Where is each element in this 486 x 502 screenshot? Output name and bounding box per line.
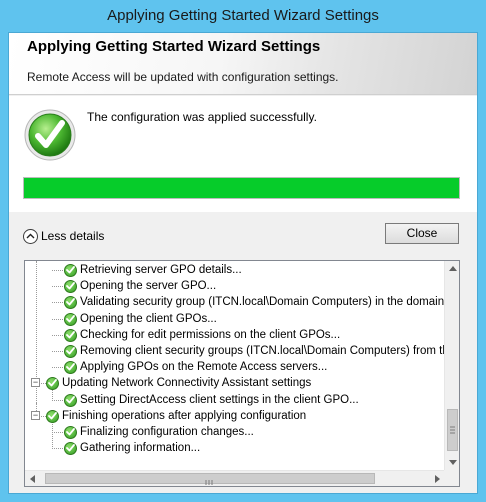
tree-line	[52, 270, 63, 271]
tree-line	[52, 351, 63, 352]
log-tree: Retrieving server GPO details... Opening …	[25, 261, 445, 470]
scroll-right-arrow-icon[interactable]	[430, 471, 445, 486]
success-check-icon	[64, 295, 77, 309]
page-subtitle: Remote Access will be updated with confi…	[27, 70, 339, 84]
log-entry-text: Checking for edit permissions on the cli…	[80, 329, 341, 341]
tree-line	[52, 400, 63, 401]
vertical-scroll-thumb[interactable]	[447, 409, 458, 451]
log-entry: Gathering information...	[64, 440, 200, 456]
close-button[interactable]: Close	[385, 223, 459, 244]
scroll-corner	[444, 470, 459, 486]
scroll-left-arrow-icon[interactable]	[25, 471, 40, 486]
log-entry-text: Validating security group (ITCN.local\Do…	[80, 296, 445, 308]
status-panel: The configuration was applied successful…	[9, 96, 477, 212]
success-check-icon	[46, 409, 59, 423]
log-entry: Updating Network Connectivity Assistant …	[46, 375, 311, 391]
success-check-icon	[64, 263, 77, 277]
success-check-icon	[64, 393, 77, 407]
less-details-label: Less details	[41, 229, 105, 243]
wizard-window: Applying Getting Started Wizard Settings…	[0, 0, 486, 502]
details-log[interactable]: Retrieving server GPO details... Opening …	[24, 260, 460, 487]
log-entry: Opening the client GPOs...	[64, 311, 217, 327]
window-title: Applying Getting Started Wizard Settings	[107, 7, 379, 24]
success-check-icon	[24, 109, 76, 161]
success-check-icon	[64, 425, 77, 439]
log-entry: Finalizing configuration changes...	[64, 424, 254, 440]
dialog-header: Applying Getting Started Wizard Settings…	[9, 33, 477, 95]
scroll-down-arrow-icon[interactable]	[445, 455, 459, 470]
tree-line	[52, 319, 63, 320]
log-entry: Checking for edit permissions on the cli…	[64, 327, 340, 343]
horizontal-scrollbar[interactable]	[25, 470, 445, 486]
log-entry-text: Finishing operations after applying conf…	[62, 410, 307, 422]
tree-line	[52, 432, 63, 433]
log-entry-text: Removing client security groups (ITCN.lo…	[80, 345, 445, 357]
success-check-icon	[64, 328, 77, 342]
log-entry: Validating security group (ITCN.local\Do…	[64, 294, 445, 310]
log-entry-text: Retrieving server GPO details...	[80, 264, 242, 276]
success-check-icon	[46, 376, 59, 390]
success-check-icon	[64, 441, 77, 455]
log-entry-text: Finalizing configuration changes...	[80, 426, 254, 438]
log-entry: Opening the server GPO...	[64, 278, 216, 294]
log-entry-text: Opening the client GPOs...	[80, 313, 217, 325]
collapse-toggle-icon[interactable]: −	[31, 411, 40, 420]
status-message: The configuration was applied successful…	[87, 110, 317, 124]
vertical-scrollbar[interactable]	[444, 261, 459, 470]
tree-line	[52, 335, 63, 336]
horizontal-scroll-thumb[interactable]	[45, 473, 375, 485]
success-check-icon	[64, 360, 77, 374]
page-title: Applying Getting Started Wizard Settings	[27, 38, 321, 55]
progress-bar	[23, 177, 460, 199]
log-entry-text: Updating Network Connectivity Assistant …	[62, 377, 312, 389]
success-check-icon	[64, 312, 77, 326]
log-entry: Retrieving server GPO details...	[64, 262, 242, 278]
tree-line	[52, 286, 63, 287]
log-entry: Removing client security groups (ITCN.lo…	[64, 343, 445, 359]
success-check-icon	[64, 344, 77, 358]
less-details-toggle[interactable]: Less details	[23, 227, 104, 245]
tree-line	[52, 302, 63, 303]
log-entry: Setting DirectAccess client settings in …	[64, 392, 359, 408]
log-entry-text: Opening the server GPO...	[80, 280, 217, 292]
tree-line	[52, 367, 63, 368]
success-check-icon	[64, 279, 77, 293]
chevron-up-icon	[23, 228, 38, 244]
scroll-up-arrow-icon[interactable]	[445, 261, 459, 276]
log-entry-text: Gathering information...	[80, 442, 201, 454]
collapse-toggle-icon[interactable]: −	[31, 378, 40, 387]
log-entry: Applying GPOs on the Remote Access serve…	[64, 359, 327, 375]
tree-line	[52, 448, 63, 449]
log-entry-text: Setting DirectAccess client settings in …	[80, 394, 359, 406]
log-entry: Finishing operations after applying conf…	[46, 408, 306, 424]
log-entry-text: Applying GPOs on the Remote Access serve…	[80, 361, 328, 373]
dialog-client-area: Applying Getting Started Wizard Settings…	[8, 32, 478, 494]
